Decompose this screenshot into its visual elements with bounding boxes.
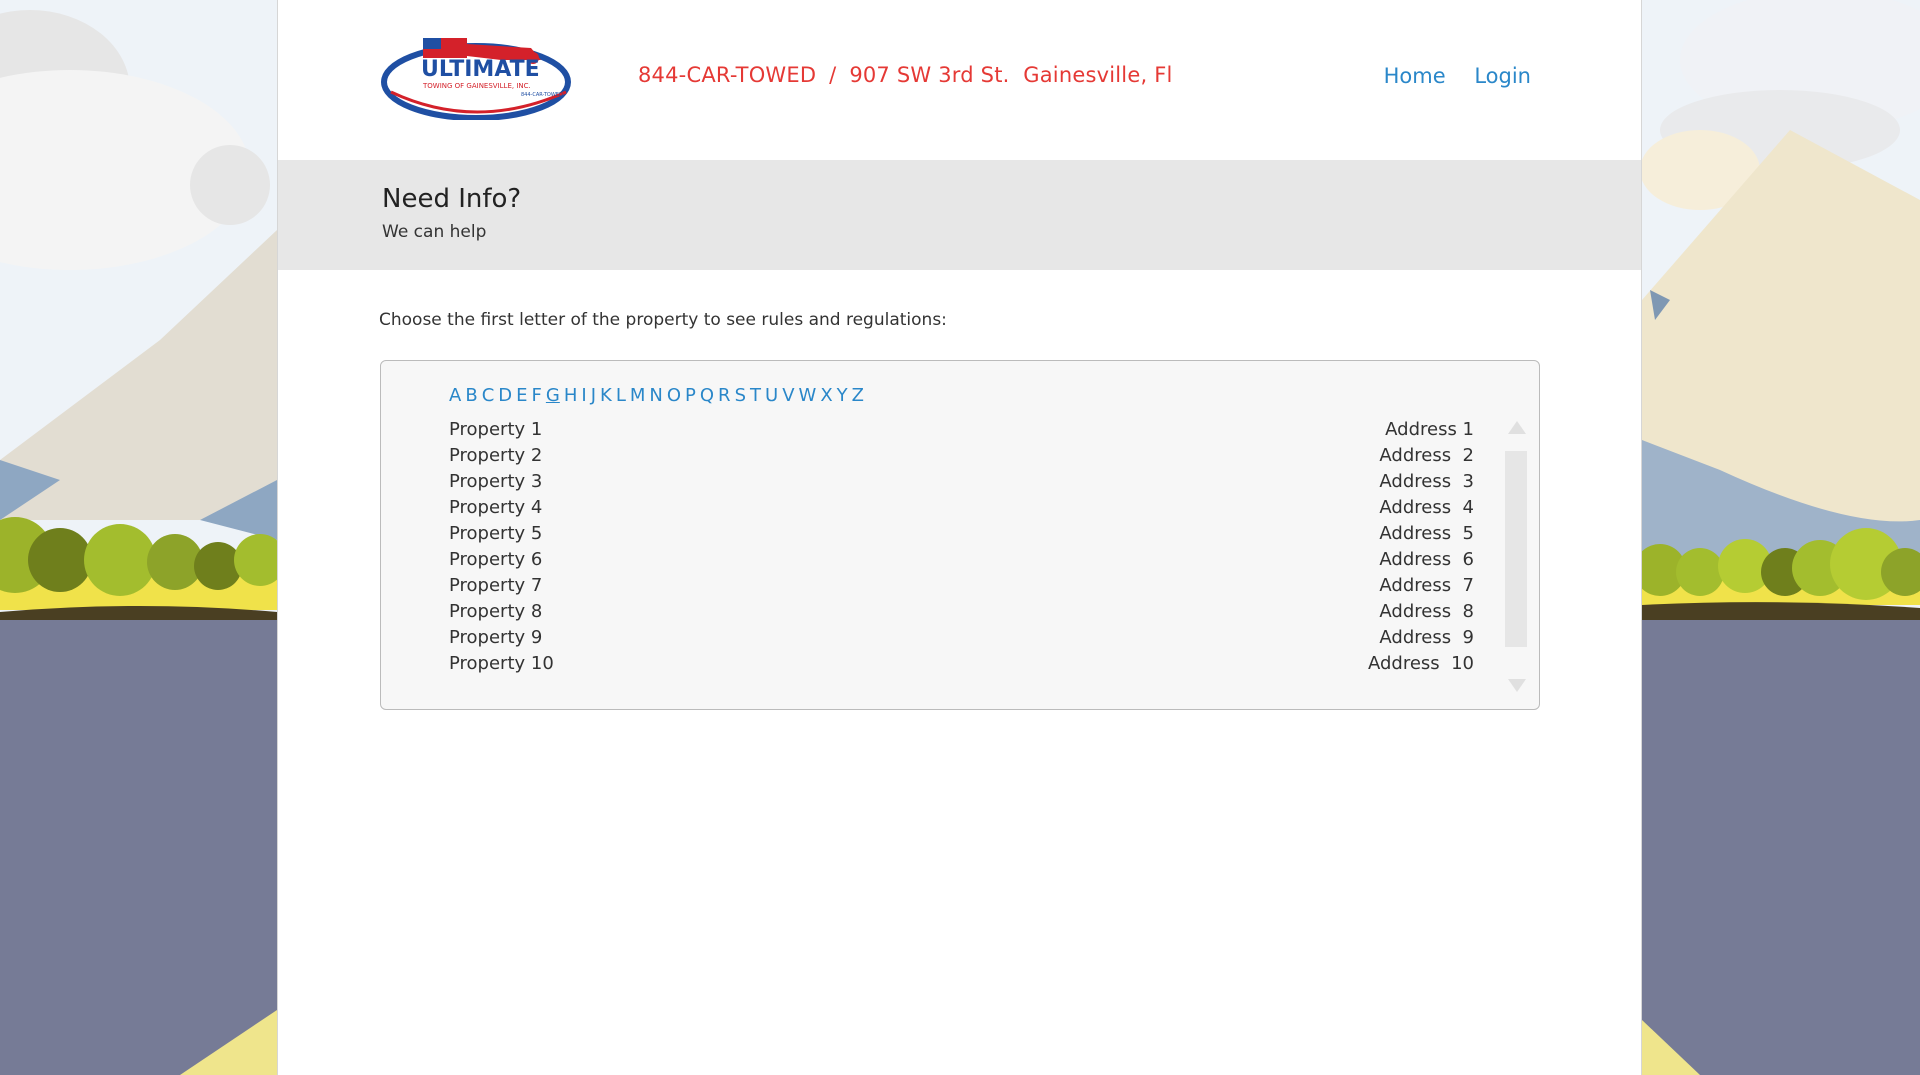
property-name: Property 2: [449, 445, 543, 466]
logo-text-ultimate: ULTIMATE: [421, 57, 540, 82]
logo-text-phone: 844-CAR-TOWED: [521, 92, 563, 98]
property-name: Property 10: [449, 653, 554, 674]
property-row[interactable]: Property 10 Address 10: [449, 653, 1474, 679]
letter-link-p[interactable]: P: [685, 385, 696, 406]
letter-link-l[interactable]: L: [616, 385, 626, 406]
site-header: ULTIMATE TOWING OF GAINESVILLE, INC. 844…: [278, 0, 1641, 160]
property-address: Address 2: [1379, 445, 1474, 466]
letter-link-g[interactable]: G: [546, 385, 560, 406]
scroll-up-arrow-icon[interactable]: [1508, 421, 1526, 434]
letter-link-k[interactable]: K: [600, 385, 612, 406]
letter-link-e[interactable]: E: [516, 385, 527, 406]
letter-link-i[interactable]: I: [581, 385, 586, 406]
contact-separator: /: [829, 63, 837, 87]
page-container: ULTIMATE TOWING OF GAINESVILLE, INC. 844…: [277, 0, 1642, 1075]
letter-link-y[interactable]: Y: [837, 385, 848, 406]
property-address: Address 4: [1379, 497, 1474, 518]
street-address: 907 SW 3rd St. Gainesville, Fl: [849, 63, 1173, 87]
property-row[interactable]: Property 7 Address 7: [449, 575, 1474, 601]
property-name: Property 6: [449, 549, 543, 570]
property-row[interactable]: Property 5 Address 5: [449, 523, 1474, 549]
property-address: Address 7: [1379, 575, 1474, 596]
phone-number[interactable]: 844-CAR-TOWED: [638, 63, 816, 87]
banner-subtitle: We can help: [382, 222, 487, 242]
letter-link-o[interactable]: O: [667, 385, 681, 406]
property-name: Property 3: [449, 471, 543, 492]
letter-link-v[interactable]: V: [782, 385, 794, 406]
nav-home-link[interactable]: Home: [1384, 64, 1446, 88]
property-address: Address 10: [1367, 653, 1474, 674]
letter-link-f[interactable]: F: [532, 385, 542, 406]
letter-link-u[interactable]: U: [765, 385, 778, 406]
letter-link-b[interactable]: B: [465, 385, 477, 406]
property-list[interactable]: Property 1 Address 1 Property 2 Address 2 Pr…: [449, 419, 1474, 679]
letter-link-r[interactable]: R: [718, 385, 731, 406]
letter-link-w[interactable]: W: [799, 385, 817, 406]
main-nav: Home Login: [1362, 64, 1531, 88]
letter-link-s[interactable]: S: [735, 385, 746, 406]
property-address: Address 5: [1379, 523, 1474, 544]
logo-text-subtitle: TOWING OF GAINESVILLE, INC.: [422, 82, 531, 90]
letter-link-x[interactable]: X: [820, 385, 832, 406]
nav-login-link[interactable]: Login: [1474, 64, 1531, 88]
scroll-thumb[interactable]: [1505, 451, 1527, 647]
property-row[interactable]: Property 6 Address 6: [449, 549, 1474, 575]
property-address: Address 9: [1379, 627, 1474, 648]
alphabet-filter: ABCDEFGHIJKLMNOPQRSTUVWXYZ: [449, 385, 868, 406]
list-scrollbar[interactable]: [1505, 421, 1527, 701]
letter-link-q[interactable]: Q: [700, 385, 714, 406]
property-row[interactable]: Property 1 Address 1: [449, 419, 1474, 445]
info-banner: Need Info? We can help: [278, 160, 1641, 270]
property-address: Address 8: [1379, 601, 1474, 622]
property-directory-panel: ABCDEFGHIJKLMNOPQRSTUVWXYZ Property 1 Add…: [380, 360, 1540, 710]
instruction-text: Choose the first letter of the property …: [379, 310, 947, 330]
property-name: Property 9: [449, 627, 543, 648]
banner-title: Need Info?: [382, 184, 522, 214]
property-row[interactable]: Property 2 Address 2: [449, 445, 1474, 471]
property-address: Address 1: [1385, 419, 1474, 440]
letter-link-a[interactable]: A: [449, 385, 461, 406]
property-address: Address 6: [1379, 549, 1474, 570]
contact-info: 844-CAR-TOWED / 907 SW 3rd St. Gainesvil…: [638, 63, 1179, 87]
property-name: Property 8: [449, 601, 543, 622]
property-name: Property 4: [449, 497, 543, 518]
letter-link-n[interactable]: N: [649, 385, 662, 406]
property-row[interactable]: Property 3 Address 3: [449, 471, 1474, 497]
letter-link-c[interactable]: C: [482, 385, 495, 406]
letter-link-d[interactable]: D: [498, 385, 512, 406]
letter-link-j[interactable]: J: [591, 385, 596, 406]
letter-link-t[interactable]: T: [750, 385, 761, 406]
property-name: Property 1: [449, 419, 543, 440]
letter-link-z[interactable]: Z: [852, 385, 864, 406]
company-logo[interactable]: ULTIMATE TOWING OF GAINESVILLE, INC. 844…: [381, 34, 571, 120]
property-name: Property 5: [449, 523, 543, 544]
property-row[interactable]: Property 4 Address 4: [449, 497, 1474, 523]
letter-link-m[interactable]: M: [630, 385, 646, 406]
property-address: Address 3: [1379, 471, 1474, 492]
scroll-down-arrow-icon[interactable]: [1508, 679, 1526, 692]
letter-link-h[interactable]: H: [564, 385, 578, 406]
property-row[interactable]: Property 9 Address 9: [449, 627, 1474, 653]
property-row[interactable]: Property 8 Address 8: [449, 601, 1474, 627]
property-name: Property 7: [449, 575, 543, 596]
